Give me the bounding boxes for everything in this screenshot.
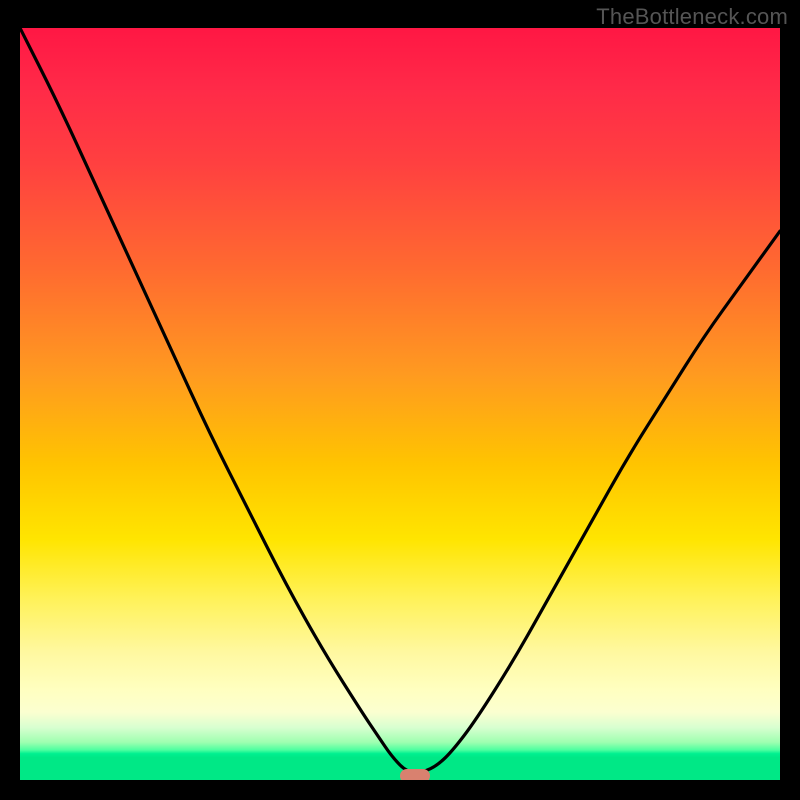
bottleneck-curve: [20, 28, 780, 780]
plot-area: [20, 28, 780, 780]
chart-frame: TheBottleneck.com: [0, 0, 800, 800]
watermark-text: TheBottleneck.com: [596, 4, 788, 30]
optimum-marker: [400, 769, 430, 780]
